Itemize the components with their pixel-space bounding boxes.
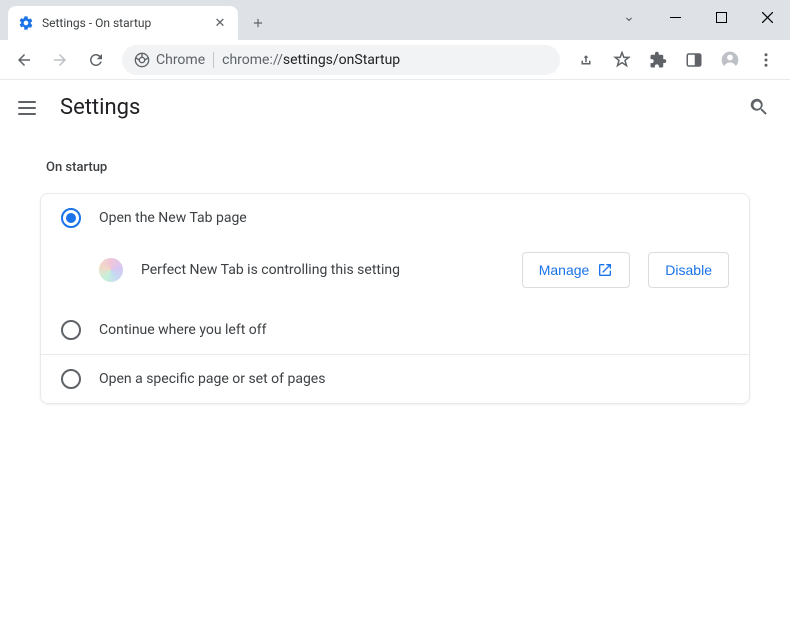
tab-strip: Settings - On startup ✕ ⌄ [0, 0, 790, 40]
side-panel-icon[interactable] [678, 44, 710, 76]
startup-options-card: Open the New Tab page Perfect New Tab is… [40, 193, 750, 404]
extension-notice-row: Perfect New Tab is controlling this sett… [41, 242, 749, 306]
disable-button[interactable]: Disable [648, 252, 729, 288]
option-specific-pages[interactable]: Open a specific page or set of pages [41, 354, 749, 403]
back-button[interactable] [8, 44, 40, 76]
close-tab-icon[interactable]: ✕ [212, 15, 228, 31]
radio-icon[interactable] [61, 369, 81, 389]
window-controls: ⌄ [606, 0, 790, 34]
option-label: Open the New Tab page [99, 210, 729, 226]
option-label: Continue where you left off [99, 322, 729, 338]
settings-gear-icon [18, 15, 34, 31]
section-heading: On startup [40, 160, 750, 175]
url-text: chrome://settings/onStartup [222, 52, 400, 68]
address-bar[interactable]: Chrome chrome://settings/onStartup [122, 45, 560, 75]
share-icon[interactable] [570, 44, 602, 76]
option-new-tab[interactable]: Open the New Tab page [41, 194, 749, 242]
option-continue[interactable]: Continue where you left off [41, 306, 749, 354]
search-icon[interactable] [748, 96, 772, 120]
chrome-menu-icon[interactable] [750, 44, 782, 76]
security-chip: Chrome [134, 52, 205, 68]
radio-icon[interactable] [61, 208, 81, 228]
extension-icon [99, 258, 123, 282]
extension-message: Perfect New Tab is controlling this sett… [141, 262, 504, 278]
reload-button[interactable] [80, 44, 112, 76]
browser-tab[interactable]: Settings - On startup ✕ [8, 6, 238, 40]
bookmark-icon[interactable] [606, 44, 638, 76]
window-close-button[interactable] [744, 0, 790, 34]
security-label: Chrome [156, 52, 205, 68]
option-label: Open a specific page or set of pages [99, 371, 729, 387]
tab-title: Settings - On startup [42, 16, 204, 30]
window-minimize-button[interactable] [652, 0, 698, 34]
tab-search-icon[interactable]: ⌄ [606, 0, 652, 34]
browser-toolbar: Chrome chrome://settings/onStartup [0, 40, 790, 80]
forward-button [44, 44, 76, 76]
hamburger-menu-icon[interactable] [18, 96, 42, 120]
new-tab-button[interactable] [244, 9, 272, 37]
open-in-new-icon [597, 262, 613, 278]
settings-app-bar: Settings [0, 80, 790, 136]
radio-icon[interactable] [61, 320, 81, 340]
omnibox-divider [213, 52, 214, 68]
manage-button[interactable]: Manage [522, 252, 631, 288]
extensions-icon[interactable] [642, 44, 674, 76]
profile-icon[interactable] [714, 44, 746, 76]
chrome-logo-icon [134, 52, 150, 68]
window-maximize-button[interactable] [698, 0, 744, 34]
settings-content: On startup Open the New Tab page Perfect… [0, 136, 790, 428]
page-title: Settings [60, 95, 730, 120]
